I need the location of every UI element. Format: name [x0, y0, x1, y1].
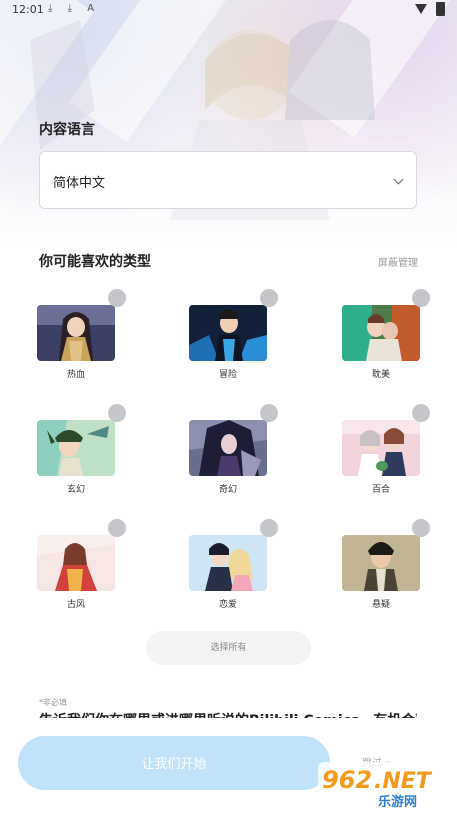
genre-cover-image: [37, 535, 115, 591]
genre-label: 热血: [66, 370, 85, 380]
genre-section-title: 你可能喜欢的类型: [39, 254, 151, 270]
notification-icons: ⤓ ⤓ A: [48, 3, 101, 14]
start-button[interactable]: 让我们开始: [18, 736, 330, 790]
genre-cover-image: [342, 420, 420, 476]
battery-icon: [436, 2, 445, 16]
genre-item-xuanhuan[interactable]: 玄幻: [37, 420, 115, 495]
genre-cover-image: [189, 305, 267, 361]
genre-item-xuanyi[interactable]: 悬疑: [342, 535, 420, 610]
genre-checkbox-baihe[interactable]: [412, 404, 430, 422]
select-all-button[interactable]: 选择所有: [146, 631, 311, 665]
language-select-value: 简体中文: [53, 176, 106, 191]
onboarding-screen: 12:01 ⤓ ⤓ A 内容语言 简体中文 你可能喜欢的类型 屏蔽管理 热血 冒…: [0, 0, 457, 814]
watermark-logo: 962 .NET 乐游网: [318, 762, 454, 810]
genre-cover-image: [189, 535, 267, 591]
genre-checkbox-xuanyi[interactable]: [412, 519, 430, 537]
genre-checkbox-maoxian[interactable]: [260, 289, 278, 307]
wifi-icon: [414, 4, 427, 14]
genre-label: 悬疑: [371, 600, 390, 610]
genre-label: 冒险: [218, 370, 237, 380]
svg-text:乐游网: 乐游网: [378, 794, 417, 810]
block-manage-link[interactable]: 屏蔽管理: [378, 254, 418, 269]
genre-label: 奇幻: [218, 485, 237, 495]
optional-note: *非必填: [39, 698, 67, 707]
genre-cover-image: [342, 305, 420, 361]
genre-item-rexue[interactable]: 热血: [37, 305, 115, 380]
genre-cover-image: [37, 420, 115, 476]
genre-cover-image: [189, 420, 267, 476]
genre-checkbox-xuanhuan[interactable]: [108, 404, 126, 422]
status-time: 12:01: [12, 3, 44, 16]
genre-label: 百合: [371, 485, 390, 495]
genre-cover-image: [37, 305, 115, 361]
genre-checkbox-qihuan[interactable]: [260, 404, 278, 422]
genre-item-danmei[interactable]: 耽美: [342, 305, 420, 380]
genre-item-maoxian[interactable]: 冒险: [189, 305, 267, 380]
language-select[interactable]: 简体中文: [39, 151, 417, 209]
system-icons: [414, 2, 445, 16]
genre-item-qihuan[interactable]: 奇幻: [189, 420, 267, 495]
genre-checkbox-gufeng[interactable]: [108, 519, 126, 537]
content-language-title: 内容语言: [39, 122, 95, 138]
genre-label: 古风: [66, 600, 85, 610]
status-bar: 12:01 ⤓ ⤓ A: [0, 0, 457, 20]
genre-label: 恋爱: [218, 600, 237, 610]
genre-item-baihe[interactable]: 百合: [342, 420, 420, 495]
genre-checkbox-danmei[interactable]: [412, 289, 430, 307]
genre-cover-image: [342, 535, 420, 591]
svg-text:962: 962: [322, 766, 372, 794]
genre-checkbox-rexue[interactable]: [108, 289, 126, 307]
genre-item-lianai[interactable]: 恋爱: [189, 535, 267, 610]
genre-checkbox-lianai[interactable]: [260, 519, 278, 537]
chevron-down-icon: [393, 174, 404, 185]
genre-label: 玄幻: [66, 485, 85, 495]
genre-item-gufeng[interactable]: 古风: [37, 535, 115, 610]
svg-text:.NET: .NET: [374, 769, 433, 794]
genre-label: 耽美: [371, 370, 390, 380]
